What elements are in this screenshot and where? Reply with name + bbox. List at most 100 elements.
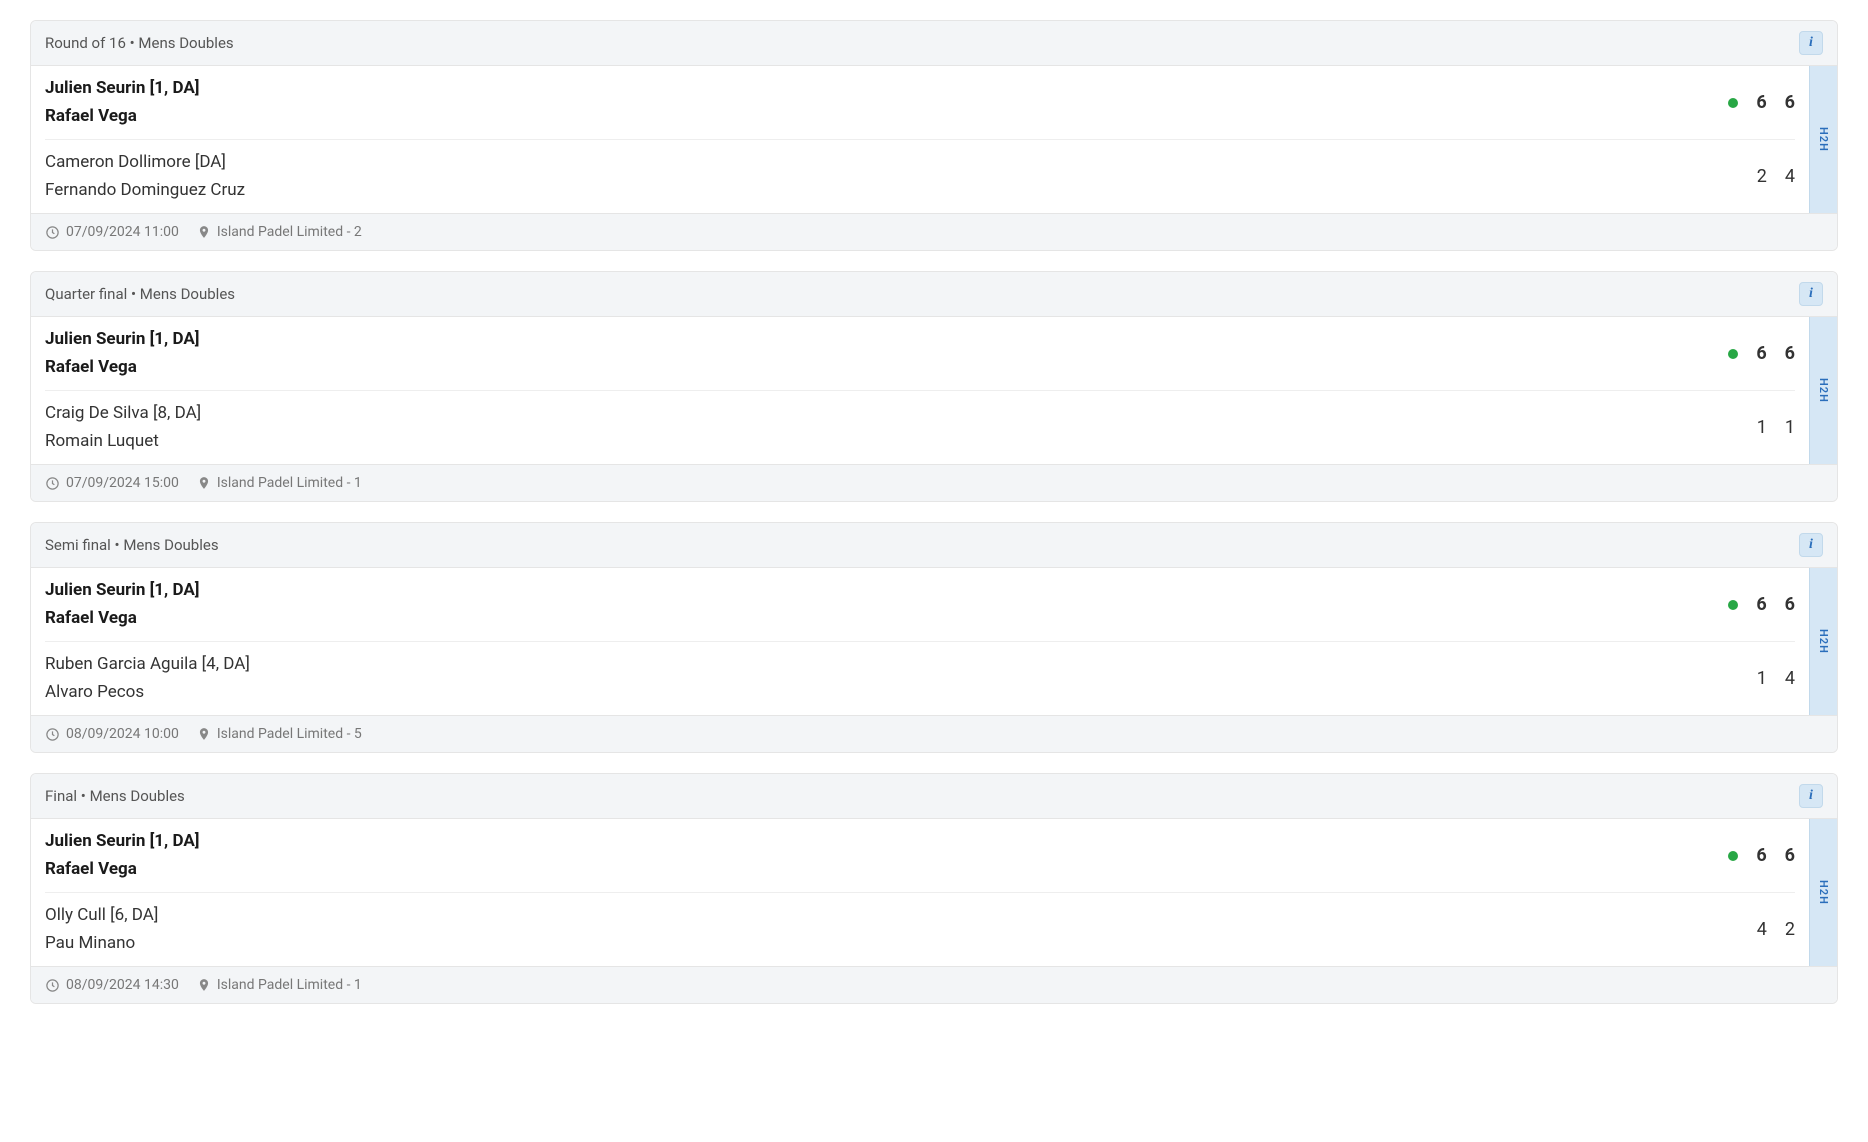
team-row-winner: Julien Seurin [1, DA] Rafael Vega 6 6 — [45, 819, 1795, 892]
datetime: 07/09/2024 11:00 — [45, 224, 179, 240]
category-label: Mens Doubles — [123, 536, 218, 554]
team-names: Julien Seurin [1, DA] Rafael Vega — [45, 327, 199, 380]
player-name[interactable]: Craig De Silva [8, DA] — [45, 401, 201, 427]
team-row-winner: Julien Seurin [1, DA] Rafael Vega 6 6 — [45, 317, 1795, 390]
player-name[interactable]: Rafael Vega — [45, 857, 199, 883]
match-footer: 08/09/2024 14:30 Island Padel Limited - … — [31, 966, 1837, 1003]
round-category: Round of 16 • Mens Doubles — [45, 34, 234, 52]
set-score: 1 — [1785, 417, 1795, 438]
score-area: 6 6 — [1728, 845, 1795, 866]
info-icon[interactable]: i — [1799, 784, 1823, 808]
match-header: Semi final • Mens Doubles i — [31, 523, 1837, 568]
set-score: 4 — [1757, 919, 1767, 940]
player-name[interactable]: Julien Seurin [1, DA] — [45, 829, 199, 855]
set-scores: 6 6 — [1756, 845, 1795, 866]
set-score: 1 — [1757, 417, 1767, 438]
location-text: Island Padel Limited - 2 — [217, 224, 362, 240]
location: Island Padel Limited - 1 — [197, 977, 362, 993]
match-footer: 08/09/2024 10:00 Island Padel Limited - … — [31, 715, 1837, 752]
player-name[interactable]: Julien Seurin [1, DA] — [45, 578, 199, 604]
match-card: Quarter final • Mens Doubles i Julien Se… — [30, 271, 1838, 502]
info-icon[interactable]: i — [1799, 31, 1823, 55]
match-footer: 07/09/2024 15:00 Island Padel Limited - … — [31, 464, 1837, 501]
set-score: 6 — [1756, 845, 1766, 866]
player-name[interactable]: Romain Luquet — [45, 429, 201, 455]
pin-icon — [197, 727, 211, 741]
team-names: Julien Seurin [1, DA] Rafael Vega — [45, 76, 199, 129]
set-scores: 6 6 — [1756, 92, 1795, 113]
info-icon[interactable]: i — [1799, 533, 1823, 557]
player-name[interactable]: Rafael Vega — [45, 606, 199, 632]
team-row: Cameron Dollimore [DA] Fernando Domingue… — [45, 139, 1795, 213]
player-name[interactable]: Fernando Dominguez Cruz — [45, 178, 245, 204]
player-name[interactable]: Julien Seurin [1, DA] — [45, 327, 199, 353]
winner-dot-icon — [1728, 851, 1738, 861]
h2h-button[interactable]: H2H — [1809, 66, 1837, 213]
winner-dot-icon — [1728, 600, 1738, 610]
player-name[interactable]: Rafael Vega — [45, 355, 199, 381]
round-label: Final — [45, 787, 77, 805]
location-text: Island Padel Limited - 1 — [217, 977, 362, 993]
datetime-text: 07/09/2024 11:00 — [66, 224, 179, 240]
location: Island Padel Limited - 2 — [197, 224, 362, 240]
score-area: 2 4 — [1757, 166, 1795, 187]
h2h-button[interactable]: H2H — [1809, 317, 1837, 464]
score-area: 1 1 — [1757, 417, 1795, 438]
team-row: Craig De Silva [8, DA] Romain Luquet 1 1 — [45, 390, 1795, 464]
info-icon[interactable]: i — [1799, 282, 1823, 306]
set-score: 6 — [1756, 92, 1766, 113]
set-score: 2 — [1757, 166, 1767, 187]
set-score: 6 — [1785, 594, 1795, 615]
player-name[interactable]: Julien Seurin [1, DA] — [45, 76, 199, 102]
round-label: Quarter final — [45, 285, 127, 303]
team-row: Ruben Garcia Aguila [4, DA] Alvaro Pecos… — [45, 641, 1795, 715]
team-row-winner: Julien Seurin [1, DA] Rafael Vega 6 6 — [45, 568, 1795, 641]
clock-icon — [45, 225, 60, 240]
h2h-button[interactable]: H2H — [1809, 568, 1837, 715]
round-category: Final • Mens Doubles — [45, 787, 185, 805]
match-header: Quarter final • Mens Doubles i — [31, 272, 1837, 317]
category-label: Mens Doubles — [138, 34, 233, 52]
datetime: 08/09/2024 14:30 — [45, 977, 179, 993]
player-name[interactable]: Cameron Dollimore [DA] — [45, 150, 245, 176]
set-score: 4 — [1785, 668, 1795, 689]
team-names: Ruben Garcia Aguila [4, DA] Alvaro Pecos — [45, 652, 250, 705]
set-score: 6 — [1785, 343, 1795, 364]
location: Island Padel Limited - 1 — [197, 475, 362, 491]
match-body: Julien Seurin [1, DA] Rafael Vega 6 6 Ol… — [31, 819, 1837, 966]
players-column: Julien Seurin [1, DA] Rafael Vega 6 6 Ca… — [31, 66, 1809, 213]
player-name[interactable]: Rafael Vega — [45, 104, 199, 130]
pin-icon — [197, 476, 211, 490]
category-label: Mens Doubles — [90, 787, 185, 805]
clock-icon — [45, 476, 60, 491]
players-column: Julien Seurin [1, DA] Rafael Vega 6 6 Cr… — [31, 317, 1809, 464]
set-scores: 1 4 — [1757, 668, 1795, 689]
score-area: 6 6 — [1728, 343, 1795, 364]
h2h-button[interactable]: H2H — [1809, 819, 1837, 966]
score-area: 6 6 — [1728, 594, 1795, 615]
location-text: Island Padel Limited - 1 — [217, 475, 362, 491]
player-name[interactable]: Alvaro Pecos — [45, 680, 250, 706]
player-name[interactable]: Ruben Garcia Aguila [4, DA] — [45, 652, 250, 678]
datetime-text: 07/09/2024 15:00 — [66, 475, 179, 491]
match-card: Semi final • Mens Doubles i Julien Seuri… — [30, 522, 1838, 753]
set-scores: 2 4 — [1757, 166, 1795, 187]
datetime-text: 08/09/2024 10:00 — [66, 726, 179, 742]
score-area: 4 2 — [1757, 919, 1795, 940]
player-name[interactable]: Olly Cull [6, DA] — [45, 903, 158, 929]
players-column: Julien Seurin [1, DA] Rafael Vega 6 6 Ol… — [31, 819, 1809, 966]
team-row-winner: Julien Seurin [1, DA] Rafael Vega 6 6 — [45, 66, 1795, 139]
score-area: 6 6 — [1728, 92, 1795, 113]
clock-icon — [45, 978, 60, 993]
round-label: Round of 16 — [45, 34, 126, 52]
player-name[interactable]: Pau Minano — [45, 931, 158, 957]
pin-icon — [197, 225, 211, 239]
match-card: Round of 16 • Mens Doubles i Julien Seur… — [30, 20, 1838, 251]
set-scores: 1 1 — [1757, 417, 1795, 438]
clock-icon — [45, 727, 60, 742]
round-label: Semi final — [45, 536, 111, 554]
match-body: Julien Seurin [1, DA] Rafael Vega 6 6 Cr… — [31, 317, 1837, 464]
set-score: 6 — [1785, 845, 1795, 866]
datetime-text: 08/09/2024 14:30 — [66, 977, 179, 993]
score-area: 1 4 — [1757, 668, 1795, 689]
